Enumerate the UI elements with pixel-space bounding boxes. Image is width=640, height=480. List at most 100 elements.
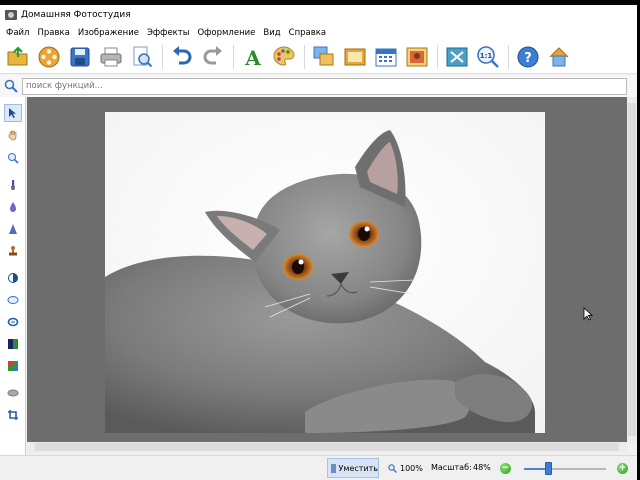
tool-hand[interactable] [4, 126, 22, 144]
tool-contrast[interactable] [4, 269, 22, 287]
save-button[interactable] [65, 42, 95, 72]
text-icon: A [244, 46, 261, 69]
vertical-scroll-thumb[interactable] [628, 103, 636, 436]
palette-button[interactable] [269, 42, 299, 72]
function-search-input[interactable] [22, 77, 627, 95]
palette-icon [273, 45, 295, 66]
menu-edit[interactable]: Правка [33, 28, 73, 38]
ellipse-select-icon [7, 296, 19, 304]
fit-window-button[interactable] [442, 42, 472, 72]
fit-window-small-icon [331, 463, 336, 473]
undo-icon [173, 45, 192, 64]
toolbar-separator [304, 44, 305, 69]
drop-icon [10, 202, 16, 212]
tool-gradient[interactable] [4, 335, 22, 353]
redo-button[interactable] [198, 42, 228, 72]
help-icon: ? [517, 46, 539, 67]
print-button[interactable] [96, 42, 126, 72]
pointer-icon [9, 108, 16, 118]
text-button[interactable]: A [238, 42, 268, 72]
menu-view[interactable]: Вид [259, 28, 284, 38]
image-canvas[interactable] [27, 97, 637, 442]
photo-gray-cat[interactable] [105, 112, 545, 433]
film-button[interactable] [34, 42, 64, 72]
horizontal-scrollbar[interactable] [27, 442, 627, 452]
tool-eraser[interactable] [4, 384, 22, 402]
actual-size-100-button[interactable]: 100% [388, 459, 423, 477]
tool-sharpen[interactable] [4, 220, 22, 238]
svg-text:1:1: 1:1 [480, 52, 493, 60]
frame-icon [344, 48, 366, 65]
tool-pointer[interactable] [4, 104, 22, 122]
tool-lasso[interactable] [4, 313, 22, 331]
menu-help[interactable]: Справка [285, 28, 330, 38]
help-button[interactable]: ? [513, 42, 543, 72]
film-reel-icon [38, 46, 60, 67]
brush-icon [11, 180, 15, 190]
zoom-tool-icon [8, 153, 19, 164]
tool-brush[interactable] [4, 176, 22, 194]
tool-zoom[interactable] [4, 149, 22, 167]
calendar-button[interactable] [371, 42, 401, 72]
horizontal-scroll-thumb[interactable] [35, 443, 619, 451]
tool-crop[interactable] [4, 406, 22, 424]
status-bar: Уместить 100% Масштаб: 48% − + [0, 455, 637, 480]
toolbar-separator [437, 44, 438, 69]
save-icon [70, 47, 90, 66]
contrast-icon [8, 273, 18, 283]
svg-text:A: A [244, 46, 261, 69]
main-toolbar: A 1:1 ? [0, 40, 637, 74]
search-icon[interactable] [0, 75, 22, 97]
fit-to-window-button[interactable]: Уместить [327, 458, 379, 478]
menu-effects[interactable]: Эффекты [143, 28, 194, 38]
actual-size-button[interactable]: 1:1 [473, 42, 503, 72]
window-title: Домашняя Фотостудия [21, 10, 131, 20]
app-camera-icon [5, 10, 17, 20]
collage-button[interactable] [402, 42, 432, 72]
hand-icon [8, 130, 17, 141]
menu-image[interactable]: Изображение [74, 28, 143, 38]
eraser-icon [7, 389, 19, 397]
zoom-in-button[interactable]: + [617, 463, 628, 474]
lasso-icon [7, 317, 19, 327]
title-bar: Домашняя Фотостудия [0, 5, 637, 25]
print-preview-button[interactable] [127, 42, 157, 72]
sharpen-cone-icon [9, 224, 17, 234]
function-search-bar [0, 75, 637, 97]
toolbar-separator [233, 44, 234, 69]
print-preview-icon [133, 46, 153, 67]
fit-window-icon [446, 47, 468, 66]
crop-icon [8, 410, 18, 420]
zoom-out-button[interactable]: − [500, 463, 511, 474]
tool-color-replace[interactable] [4, 357, 22, 375]
undo-button[interactable] [167, 42, 197, 72]
toolbar-separator [162, 44, 163, 69]
menu-file[interactable]: Файл [2, 28, 33, 38]
stamp-icon [9, 246, 17, 256]
open-folder-icon [7, 45, 28, 65]
layers-button[interactable] [309, 42, 339, 72]
tool-blur[interactable] [4, 198, 22, 216]
app-window: Домашняя Фотостудия Файл Правка Изображе… [0, 5, 637, 480]
cat-photo-image [105, 112, 545, 433]
home-button[interactable] [544, 42, 574, 72]
color-replace-icon [8, 361, 18, 371]
menu-bar: Файл Правка Изображение Эффекты Оформлен… [0, 25, 637, 40]
layers-icon [313, 46, 334, 65]
frame-button[interactable] [340, 42, 370, 72]
toolbar-separator [508, 44, 509, 69]
home-icon [549, 46, 569, 66]
collage-icon [406, 47, 428, 66]
vertical-scrollbar[interactable] [627, 97, 637, 442]
zoom-slider-track[interactable] [524, 468, 606, 470]
svg-text:?: ? [524, 51, 532, 66]
scale-value: 48% [473, 463, 491, 472]
zoom-100-label: 100% [400, 463, 423, 473]
open-button[interactable] [3, 42, 33, 72]
tool-stamp[interactable] [4, 242, 22, 260]
menu-decoration[interactable]: Оформление [193, 28, 259, 38]
zoom-slider-handle[interactable] [544, 462, 552, 475]
magnifier-small-icon [388, 463, 397, 473]
tool-ellipse-select[interactable] [4, 291, 22, 309]
tool-panel [0, 97, 26, 455]
